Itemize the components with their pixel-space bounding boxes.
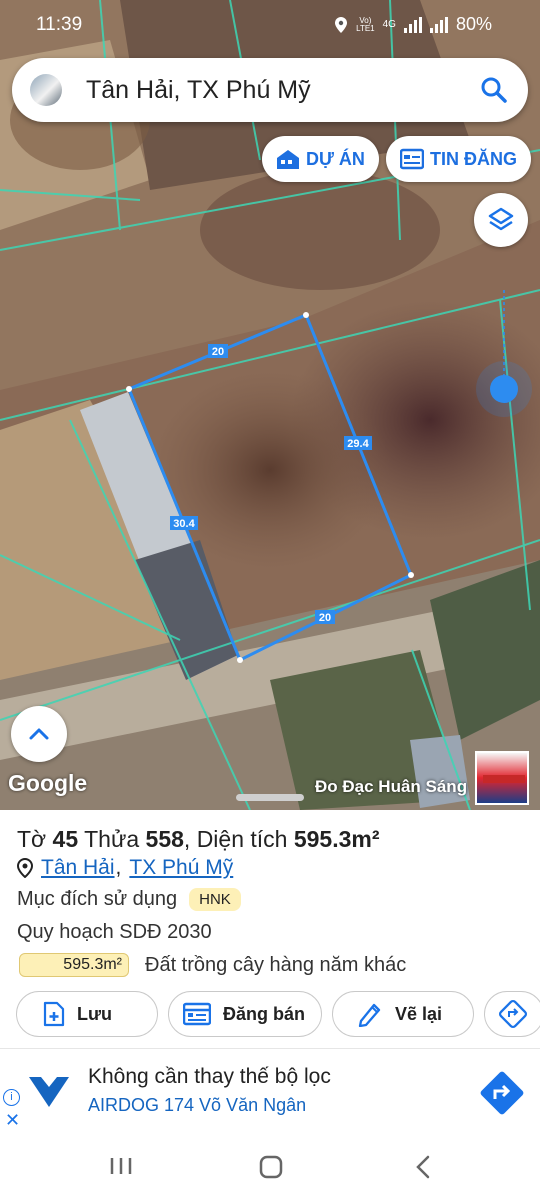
edge-label-left: 30.4 xyxy=(173,518,195,530)
plan-row: 595.3m² Đất trồng cây hàng năm khác xyxy=(19,953,406,977)
battery-percent: 80% xyxy=(455,14,492,34)
parcel-area: 595.3m² xyxy=(293,826,380,852)
ad-info-icon[interactable]: i xyxy=(3,1089,20,1106)
post-for-sale-button[interactable]: Đăng bán xyxy=(168,991,322,1037)
status-icons: Vo) LTE1 4G 80% xyxy=(334,14,492,35)
layers-icon xyxy=(488,207,514,231)
ad-headline: Không cần thay thế bộ lọc xyxy=(88,1065,331,1088)
list-icon xyxy=(400,148,424,170)
redraw-button[interactable]: Vẽ lại xyxy=(332,991,474,1037)
ad-banner[interactable]: i ✕ Không cần thay thế bộ lọc AIRDOG 174… xyxy=(0,1048,540,1132)
action-bar: Lưu Đăng bán Vẽ lại xyxy=(16,991,540,1037)
pin-icon xyxy=(17,858,33,878)
map-attribution: Đo Đạc Huân Sáng xyxy=(315,777,468,796)
land-use-purpose: Mục đích sử dụng HNK xyxy=(17,888,241,911)
home-icon[interactable] xyxy=(258,1154,284,1180)
volte-indicator: Vo) LTE1 xyxy=(356,15,375,33)
location-status-icon xyxy=(335,16,348,33)
search-bar[interactable]: Tân Hải, TX Phú Mỹ xyxy=(12,58,528,122)
listing-button[interactable]: TIN ĐĂNG xyxy=(386,136,531,182)
ad-subtitle: AIRDOG 174 Võ Văn Ngân xyxy=(88,1095,307,1115)
add-file-icon xyxy=(43,1001,65,1027)
plan-area-bar: 595.3m² xyxy=(19,953,129,977)
expand-sheet-button[interactable] xyxy=(11,706,67,762)
recent-apps-icon[interactable] xyxy=(109,1156,133,1176)
save-button[interactable]: Lưu xyxy=(16,991,158,1037)
building-icon xyxy=(277,150,299,169)
network-gen-indicator: 4G xyxy=(382,18,396,30)
directions-button[interactable] xyxy=(484,991,540,1037)
sheet-number: 45 xyxy=(52,826,79,852)
plan-title: Quy hoạch SDĐ 2030 xyxy=(17,921,212,943)
surveyor-logo[interactable] xyxy=(475,751,529,805)
parcel-summary: Tờ 45 Thửa 558, Diện tích 595.3m² xyxy=(17,826,380,852)
signal-2-icon xyxy=(429,16,448,33)
directions-icon xyxy=(498,999,528,1029)
edge-label-right: 29.4 xyxy=(347,438,369,450)
close-icon[interactable]: ✕ xyxy=(5,1110,20,1131)
land-use-badge: HNK xyxy=(189,888,241,911)
status-bar: 11:39 Vo) LTE1 4G 80% xyxy=(0,0,540,52)
system-nav-bar xyxy=(0,1132,540,1200)
project-button[interactable]: DỰ ÁN xyxy=(262,136,379,182)
signal-icon xyxy=(403,16,422,33)
google-logo: Google xyxy=(8,770,88,796)
layers-button[interactable] xyxy=(474,193,528,247)
ward-link[interactable]: Tân Hải xyxy=(41,856,115,880)
pen-icon xyxy=(358,1003,381,1027)
town-link[interactable]: TX Phú Mỹ xyxy=(129,856,233,880)
chevron-up-icon xyxy=(29,728,49,740)
search-title[interactable]: Tân Hải, TX Phú Mỹ xyxy=(86,76,311,105)
plot-number: 558 xyxy=(145,826,184,852)
edge-label-bottom: 20 xyxy=(319,612,331,624)
ad-directions-icon[interactable] xyxy=(476,1067,528,1119)
plan-description: Đất trồng cây hàng năm khác xyxy=(145,953,407,976)
listing-label: TIN ĐĂNG xyxy=(430,148,517,169)
project-label: DỰ ÁN xyxy=(306,148,365,169)
location-thumbnail[interactable] xyxy=(30,74,62,106)
search-icon[interactable] xyxy=(480,76,508,104)
listing-icon xyxy=(183,1002,211,1026)
parcel-location: Tân Hải, TX Phú Mỹ xyxy=(17,856,233,880)
back-icon[interactable] xyxy=(414,1154,432,1180)
edge-label-top: 20 xyxy=(212,346,224,358)
status-time: 11:39 xyxy=(36,14,83,35)
airdog-logo xyxy=(29,1077,69,1107)
sheet-drag-handle[interactable] xyxy=(236,794,304,801)
